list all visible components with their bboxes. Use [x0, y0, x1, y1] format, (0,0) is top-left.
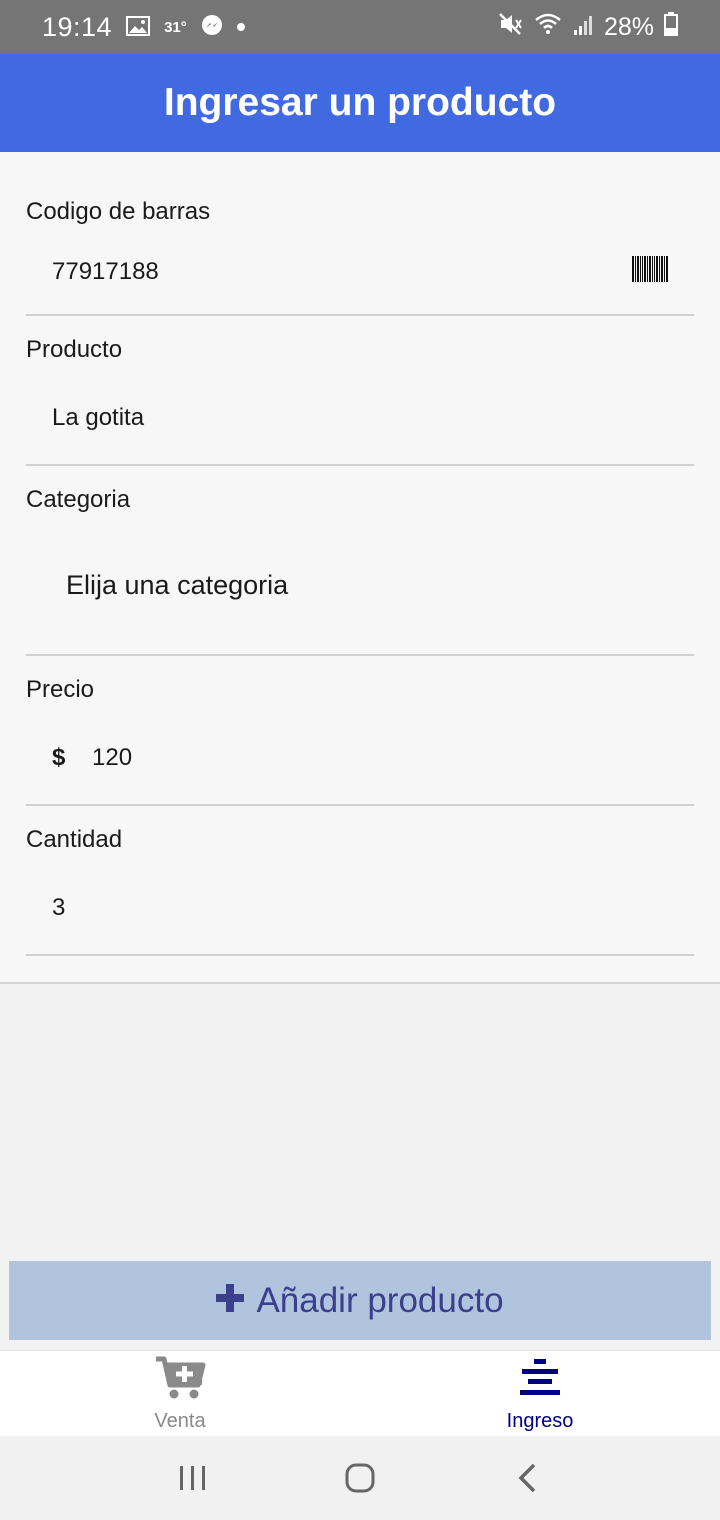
plus-icon [216, 1279, 245, 1319]
tab-ingreso-label: Ingreso [506, 1410, 574, 1432]
price-label: Precio [26, 676, 95, 703]
barcode-icon[interactable] [632, 256, 668, 282]
quantity-input[interactable]: 3 [52, 894, 65, 922]
category-label: Categoria [26, 486, 131, 513]
barcode-input[interactable]: 77917188 [52, 258, 159, 286]
add-product-label: Añadir producto [256, 1280, 504, 1320]
signal-icon [572, 12, 594, 43]
temperature-icon: 31° [164, 18, 187, 36]
product-form: Codigo de barras 77917188 Producto La go… [0, 152, 720, 984]
category-field[interactable]: Categoria Elija una categoria [26, 466, 694, 656]
product-label: Producto [26, 336, 123, 363]
app-bar: Ingresar un producto [0, 54, 720, 152]
status-left: 19:14 31° [42, 12, 245, 43]
product-input[interactable]: La gotita [52, 404, 144, 432]
tab-venta-label: Venta [154, 1410, 206, 1432]
status-time: 19:14 [42, 11, 113, 42]
product-field[interactable]: Producto La gotita [26, 316, 694, 466]
status-bar: 19:14 31° 28% [0, 0, 720, 54]
home-icon[interactable] [330, 1448, 390, 1508]
add-product-button[interactable]: Añadir producto [9, 1261, 711, 1340]
cart-plus-icon [154, 1355, 206, 1406]
wifi-icon [534, 12, 562, 43]
page-title: Ingresar un producto [163, 81, 557, 124]
align-center-icon [514, 1355, 566, 1406]
mute-icon [498, 12, 524, 43]
bottom-tab-bar: Venta Ingreso [0, 1350, 720, 1436]
back-icon[interactable] [497, 1448, 557, 1508]
system-nav-bar [0, 1436, 720, 1520]
quantity-field[interactable]: Cantidad 3 [26, 806, 694, 956]
gallery-icon [126, 12, 151, 43]
price-input[interactable]: 120 [92, 744, 132, 772]
barcode-field[interactable]: Codigo de barras 77917188 [26, 152, 694, 316]
recent-apps-icon[interactable] [163, 1448, 223, 1508]
messenger-icon [201, 12, 223, 43]
battery-icon [664, 11, 678, 43]
tab-venta[interactable]: Venta [0, 1351, 360, 1437]
price-field[interactable]: Precio $ 120 [26, 656, 694, 806]
barcode-label: Codigo de barras [26, 198, 211, 225]
status-right: 28% [498, 11, 678, 43]
quantity-label: Cantidad [26, 826, 123, 853]
notification-dot-icon [236, 23, 245, 31]
category-select[interactable]: Elija una categoria [66, 570, 288, 601]
tab-ingreso[interactable]: Ingreso [360, 1351, 720, 1437]
battery-percent: 28% [603, 12, 654, 41]
currency-symbol: $ [52, 744, 66, 771]
